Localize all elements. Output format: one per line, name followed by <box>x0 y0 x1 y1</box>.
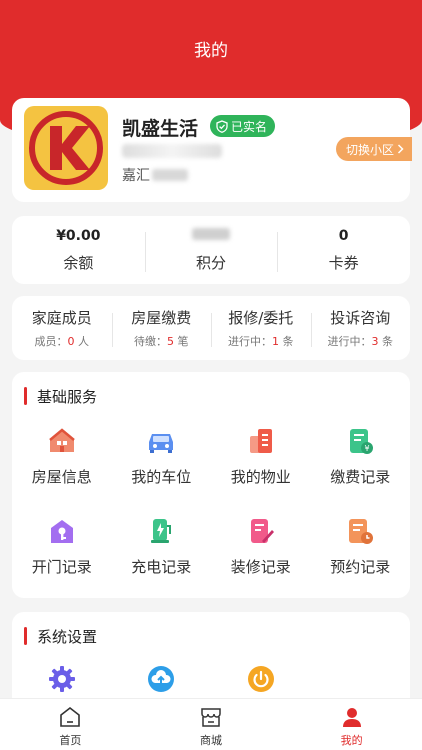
switch-community-button[interactable]: 切换小区 <box>335 137 412 161</box>
service-appointment-records[interactable]: 预约记录 <box>311 508 411 580</box>
wallet-stats: ¥0.00 余额 积分 0 卡券 <box>12 216 410 284</box>
chevron-right-icon <box>397 144 404 154</box>
tab-mine[interactable]: 我的 <box>281 699 422 750</box>
switch-label: 切换小区 <box>345 142 394 157</box>
page-title: 我的 <box>194 41 228 61</box>
community-prefix: 嘉汇 <box>122 168 150 184</box>
coupons-label: 卡券 <box>328 253 359 272</box>
shop-icon <box>199 705 223 729</box>
balance-label: 余额 <box>63 253 94 272</box>
tab-label: 首页 <box>59 734 82 747</box>
system-settings: 系统设置 <box>12 612 410 712</box>
section-bar <box>24 387 27 405</box>
section-title-text: 基础服务 <box>37 387 98 406</box>
service-label: 缴费记录 <box>330 468 391 486</box>
service-label: 充电记录 <box>131 558 192 576</box>
coupons-stat[interactable]: 0 卡券 <box>277 228 410 273</box>
section-title-text: 系统设置 <box>37 627 98 646</box>
balance-stat[interactable]: ¥0.00 余额 <box>12 228 145 273</box>
service-label: 装修记录 <box>230 558 291 576</box>
bottom-tabbar: 首页 商城 我的 <box>0 698 422 750</box>
service-payment-records[interactable]: ¥ 缴费记录 <box>311 418 411 490</box>
quick-sub: 进行中：1 条 <box>228 335 294 348</box>
quick-sub: 待缴：5 笔 <box>134 335 189 348</box>
repair-link[interactable]: 报修/委托 进行中：1 条 <box>211 307 311 349</box>
tab-label: 我的 <box>340 734 363 747</box>
quick-sub: 进行中：3 条 <box>327 335 394 348</box>
renovation-icon <box>246 516 276 546</box>
quick-title: 家庭成员 <box>31 309 92 327</box>
section-title: 系统设置 <box>24 626 97 646</box>
home-icon <box>58 705 82 729</box>
user-icon <box>340 705 364 729</box>
family-members-link[interactable]: 家庭成员 成员：0 人 <box>12 307 112 349</box>
section-bar <box>24 627 27 645</box>
service-charging-records[interactable]: 充电记录 <box>112 508 212 580</box>
shield-check-icon <box>216 119 228 133</box>
power-icon <box>246 664 276 694</box>
community-name: 嘉汇 <box>122 165 188 185</box>
service-my-parking[interactable]: 我的车位 <box>112 418 212 490</box>
appointment-icon <box>345 516 375 546</box>
coupons-value: 0 <box>338 227 349 244</box>
car-icon <box>146 426 176 456</box>
tab-label: 商城 <box>200 734 222 747</box>
points-label: 积分 <box>196 253 227 272</box>
bill-icon: ¥ <box>345 426 375 456</box>
points-value <box>145 227 278 246</box>
quick-title: 房屋缴费 <box>131 309 192 327</box>
points-value-mask <box>192 227 230 240</box>
service-label: 开门记录 <box>31 558 92 576</box>
cloud-upload-icon <box>146 664 176 694</box>
basic-services: 基础服务 房屋信息 我的车位 我的物业 ¥ 缴费记录 开门记录 充电记录 装修记… <box>12 372 410 598</box>
masked-phone <box>122 144 222 158</box>
service-label: 房屋信息 <box>31 468 92 486</box>
svg-text:¥: ¥ <box>365 444 370 453</box>
points-stat[interactable]: 积分 <box>144 227 278 273</box>
building-icon <box>246 426 276 456</box>
quick-title: 报修/委托 <box>228 309 294 327</box>
section-title: 基础服务 <box>24 386 97 406</box>
account-name: 凯盛生活 <box>122 118 199 140</box>
service-label: 我的车位 <box>131 468 192 486</box>
profile-card[interactable]: 凯盛生活 已实名 嘉汇 切换小区 <box>12 98 412 202</box>
balance-value: ¥0.00 <box>56 227 101 244</box>
service-door-records[interactable]: 开门记录 <box>12 508 112 580</box>
verified-label: 已实名 <box>231 119 268 134</box>
charging-icon <box>146 516 176 546</box>
house-icon <box>47 426 77 456</box>
service-renovation-records[interactable]: 装修记录 <box>211 508 311 580</box>
service-label: 预约记录 <box>330 558 391 576</box>
tab-shop[interactable]: 商城 <box>141 699 282 750</box>
verified-badge: 已实名 <box>210 115 276 137</box>
gear-icon <box>47 664 77 694</box>
service-label: 我的物业 <box>230 468 291 486</box>
quick-links: 家庭成员 成员：0 人 房屋缴费 待缴：5 笔 报修/委托 进行中：1 条 投诉… <box>12 296 410 360</box>
door-key-icon <box>47 516 77 546</box>
service-house-info[interactable]: 房屋信息 <box>12 418 112 490</box>
service-my-property[interactable]: 我的物业 <box>211 418 311 490</box>
house-payment-link[interactable]: 房屋缴费 待缴：5 笔 <box>111 307 212 349</box>
company-logo <box>24 106 108 190</box>
quick-sub: 成员：0 人 <box>34 335 90 348</box>
quick-title: 投诉咨询 <box>330 309 391 327</box>
community-name-mask <box>152 169 188 181</box>
tab-home[interactable]: 首页 <box>0 699 141 750</box>
complaint-link[interactable]: 投诉咨询 进行中：3 条 <box>310 307 411 349</box>
